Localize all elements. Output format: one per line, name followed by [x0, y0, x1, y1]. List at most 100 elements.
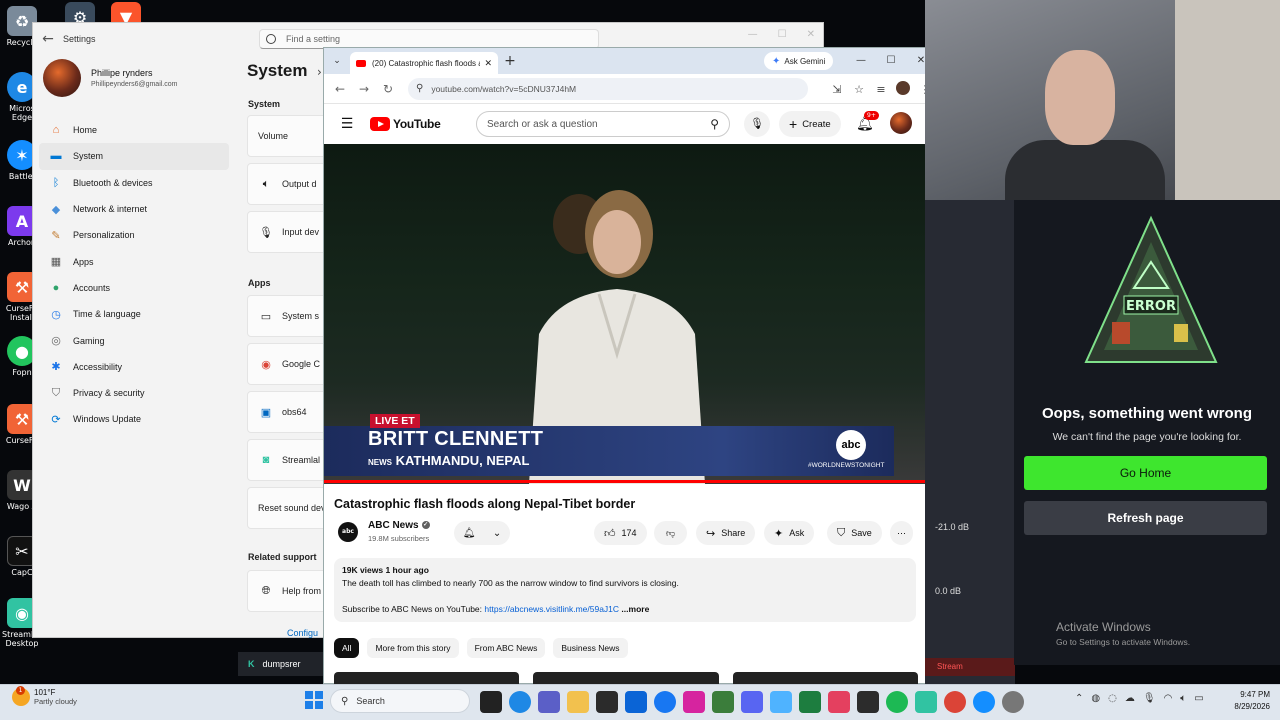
channel-info[interactable]: abc NEWS ABC News ✓ 19.8M subscribers: [338, 520, 430, 555]
new-tab-button[interactable]: +: [498, 53, 522, 69]
chart-app-icon[interactable]: [712, 691, 734, 713]
nav-item-personalization[interactable]: ✎ Personalization: [39, 222, 229, 248]
nav-item-accessibility[interactable]: ✱ Accessibility: [39, 354, 229, 380]
dislike-button[interactable]: 👎︎: [654, 521, 688, 545]
chevron-up-icon[interactable]: ⌃: [1075, 693, 1083, 704]
create-button[interactable]: + Create: [779, 111, 841, 137]
ask-gemini-button[interactable]: ✦ Ask Gemini: [764, 52, 834, 70]
profile-avatar[interactable]: [892, 80, 914, 98]
reload-icon[interactable]: ↻: [376, 82, 400, 96]
mic-icon[interactable]: 🎙︎: [1143, 693, 1156, 704]
settings-gear-icon[interactable]: [1002, 691, 1024, 713]
settings-search-input[interactable]: Find a setting: [259, 29, 599, 49]
like-button[interactable]: 👍︎ 174: [594, 521, 647, 545]
taskbar-clock[interactable]: 9:47 PM 8/29/2026: [1218, 689, 1270, 713]
chip-from-abc-news[interactable]: From ABC News: [466, 638, 546, 658]
close-icon[interactable]: ✕: [807, 29, 815, 40]
capcut-icon[interactable]: [828, 691, 850, 713]
bookmark-star-icon[interactable]: ☆: [848, 83, 870, 96]
maximize-icon[interactable]: ☐: [778, 29, 787, 40]
tray-app-icon[interactable]: ☁: [1125, 693, 1135, 704]
share-button[interactable]: ↪ Share: [696, 521, 756, 545]
store-icon[interactable]: [596, 691, 618, 713]
forward-arrow-icon[interactable]: →: [352, 82, 376, 96]
video-thumbnail[interactable]: [732, 672, 918, 684]
voice-search-mic-icon[interactable]: 🎙︎: [744, 111, 770, 137]
youtube-search-input[interactable]: Search or ask a question ⚲: [476, 111, 730, 137]
channel-name[interactable]: ABC News ✓: [368, 520, 430, 531]
more-actions-button[interactable]: ⋯: [890, 521, 913, 545]
search-icon[interactable]: ⚲: [710, 117, 719, 131]
hamburger-menu-icon[interactable]: ☰: [324, 116, 370, 132]
chip-more-from-story[interactable]: More from this story: [367, 638, 459, 658]
tray-app-icon[interactable]: ◌: [1108, 693, 1117, 704]
facebook-icon[interactable]: [654, 691, 676, 713]
chip-all[interactable]: All: [334, 638, 360, 658]
subscribed-bell-button[interactable]: 🔔︎ ⌄: [454, 521, 510, 545]
ask-button[interactable]: ✦ Ask: [764, 521, 815, 545]
edge-icon[interactable]: [509, 691, 531, 713]
address-bar[interactable]: ⚲ youtube.com/watch?v=5cDNU37J4hM: [408, 77, 808, 100]
stream-button[interactable]: Stream: [925, 658, 1015, 676]
tray-app-icon[interactable]: ◍: [1091, 693, 1100, 704]
chrome-icon[interactable]: [944, 691, 966, 713]
back-arrow-icon[interactable]: ←: [328, 82, 352, 96]
live-tag: LIVE ET: [370, 414, 420, 428]
youtube-logo[interactable]: YouTube: [370, 117, 441, 131]
mail-icon[interactable]: [625, 691, 647, 713]
discord-icon[interactable]: [741, 691, 763, 713]
weather-widget[interactable]: 1 101°F Partly cloudy: [12, 686, 77, 706]
nav-item-gaming[interactable]: ◎ Gaming: [39, 327, 229, 353]
volume-icon[interactable]: 🔈︎: [1180, 693, 1186, 704]
minimize-icon[interactable]: —: [748, 29, 758, 40]
excel-icon[interactable]: [799, 691, 821, 713]
instagram-icon[interactable]: [683, 691, 705, 713]
battery-icon[interactable]: ▭: [1194, 693, 1203, 704]
streamlabs-dock-item[interactable]: K dumpsrer: [238, 652, 324, 676]
description-link[interactable]: https://abcnews.visitlink.me/59aJ1C: [484, 604, 619, 614]
nav-item-bluetooth[interactable]: ᛒ Bluetooth & devices: [39, 170, 229, 196]
youtube-favicon-icon: [356, 59, 366, 67]
file-explorer-icon[interactable]: [567, 691, 589, 713]
teams-icon[interactable]: [538, 691, 560, 713]
nav-item-system[interactable]: ▬ System: [39, 143, 229, 170]
streamlabs-icon[interactable]: [915, 691, 937, 713]
tab-search-icon[interactable]: ⌄: [324, 56, 350, 66]
install-icon[interactable]: ⇲: [826, 83, 848, 96]
nav-item-privacy[interactable]: ⛉ Privacy & security: [39, 380, 229, 406]
nav-item-time-language[interactable]: ◷ Time & language: [39, 301, 229, 327]
show-more-link[interactable]: ...more: [621, 604, 649, 614]
spotify-icon[interactable]: [886, 691, 908, 713]
minimize-icon[interactable]: —: [846, 48, 876, 74]
video-progress-bar[interactable]: [324, 480, 928, 483]
avatar[interactable]: [890, 112, 912, 134]
refresh-page-button[interactable]: Refresh page: [1024, 501, 1267, 535]
video-thumbnail[interactable]: [533, 672, 719, 684]
nav-item-accounts[interactable]: ● Accounts: [39, 275, 229, 301]
configure-link[interactable]: Configu: [287, 628, 318, 638]
save-button[interactable]: ⛉ Save: [827, 521, 882, 545]
close-tab-icon[interactable]: ✕: [484, 58, 492, 69]
go-home-button[interactable]: Go Home: [1024, 456, 1267, 490]
back-arrow-icon[interactable]: ←: [33, 31, 63, 47]
nav-item-windows-update[interactable]: ⟳ Windows Update: [39, 406, 229, 432]
video-description[interactable]: 19K views 1 hour ago The death toll has …: [334, 558, 916, 622]
maximize-icon[interactable]: ☐: [876, 48, 906, 74]
nav-item-apps[interactable]: ▦ Apps: [39, 248, 229, 274]
nav-item-network[interactable]: ◆ Network & internet: [39, 196, 229, 222]
video-thumbnail[interactable]: [334, 672, 520, 684]
profile[interactable]: Phillipe rynders Phillipeynders6@gmail.c…: [43, 59, 177, 97]
chip-business-news[interactable]: Business News: [553, 638, 628, 658]
taskbar-search[interactable]: ⚲ Search: [330, 689, 470, 713]
battlenet-icon[interactable]: [973, 691, 995, 713]
taskview-icon[interactable]: [480, 691, 502, 713]
start-button[interactable]: [305, 691, 323, 709]
obs-icon[interactable]: [857, 691, 879, 713]
nav-item-home[interactable]: ⌂ Home: [39, 117, 229, 143]
video-player[interactable]: LIVE ET BRITT CLENNETT NEWS KATHMANDU, N…: [324, 144, 928, 484]
onedrive-icon[interactable]: [770, 691, 792, 713]
site-info-icon[interactable]: ⚲: [416, 83, 423, 94]
tab-youtube[interactable]: (20) Catastrophic flash floods a ✕: [350, 52, 498, 74]
reading-list-icon[interactable]: ≡: [870, 83, 892, 96]
wifi-icon[interactable]: ◠: [1164, 693, 1173, 704]
